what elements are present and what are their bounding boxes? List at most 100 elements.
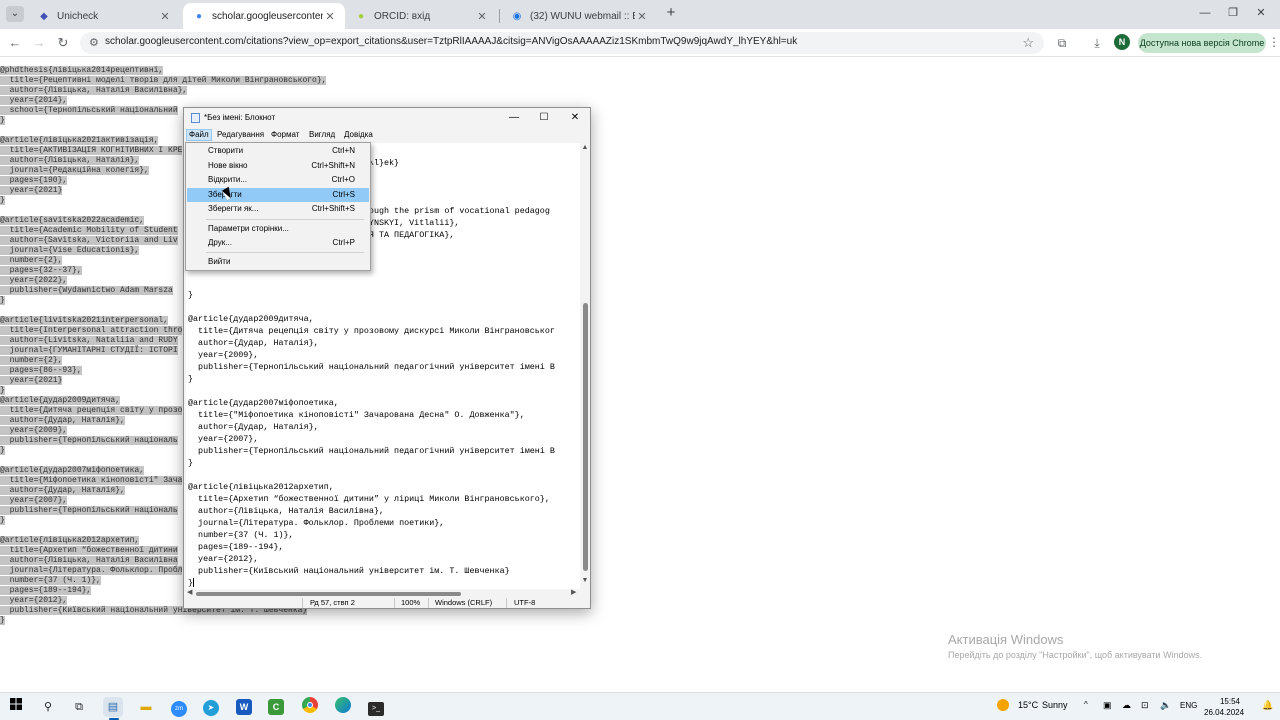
menu-view[interactable]: Вигляд <box>307 129 337 141</box>
bibtex-line: year={2014}, <box>0 96 600 106</box>
notepad-minimize-icon[interactable]: — <box>502 110 526 126</box>
taskbar-zoom-icon[interactable]: zm <box>169 697 189 717</box>
tray-app-icon[interactable]: ▣ <box>1103 700 1112 711</box>
selected-text: title={АКТИВІЗАЦІЯ КОГНІТИВНИХ І КРЕ <box>0 146 183 155</box>
notepad-text-line: @article{дудар2009дитяча, <box>188 314 314 324</box>
scroll-left-icon[interactable]: ◀ <box>187 588 192 596</box>
bookmark-star-icon[interactable]: ☆ <box>1022 35 1034 51</box>
extensions-icon[interactable]: ⧉ <box>1054 35 1070 51</box>
line-text: year={2012}, <box>188 554 259 564</box>
taskbar-edge-icon[interactable] <box>333 697 353 717</box>
selected-text: school={Тернопільський національний <box>0 106 178 115</box>
notepad-text-line: } <box>188 374 193 384</box>
bibtex-line: author={Лівіцька, Наталія Василівна}, <box>0 86 600 96</box>
taskbar-cmd-icon[interactable]: >_ <box>366 697 386 717</box>
menu-item-exit[interactable]: Вийти <box>187 255 369 269</box>
notepad-maximize-icon[interactable]: ☐ <box>532 110 556 126</box>
menu-item-save-as[interactable]: Зберегти як... Ctrl+Shift+S <box>187 202 369 216</box>
selected-text: title={Архетип “божественної дитини <box>0 546 178 555</box>
reload-icon[interactable]: ↻ <box>54 34 72 52</box>
vertical-scrollbar[interactable]: ▲ ▼ <box>580 143 590 589</box>
close-window-icon[interactable]: ✕ <box>1250 5 1272 21</box>
selected-text: title={Academic Mobility of Student <box>0 226 178 235</box>
menu-edit[interactable]: Редагування <box>215 129 266 141</box>
selected-text: title={Interpersonal attraction thro <box>0 326 183 335</box>
tab-orcid[interactable]: ● ORCID: вхід ✕ <box>345 3 497 29</box>
close-tab-icon[interactable]: ✕ <box>635 10 649 23</box>
selected-text: author={Savitska, Victoriia and Liv <box>0 236 178 245</box>
notifications-icon[interactable]: 🔔 <box>1262 700 1273 711</box>
scroll-up-icon[interactable]: ▲ <box>580 144 590 151</box>
windows-activation-watermark: Активація Windows Перейдіть до розділу "… <box>948 632 1202 660</box>
taskbar-chrome-icon[interactable] <box>300 697 320 717</box>
browser-menu-icon[interactable]: ⋮ <box>1268 35 1280 49</box>
menu-item-page-setup[interactable]: Параметри сторінки... <box>187 222 369 236</box>
selected-text: title={Міфопоетика кіноповісті" Зача <box>0 476 183 485</box>
tray-clock[interactable]: 15:54 26.04.2024 <box>1204 696 1244 718</box>
input-language[interactable]: ENG <box>1180 701 1197 710</box>
bibtex-line: } <box>0 616 600 626</box>
tab-search-icon[interactable]: ⌄ <box>6 6 24 22</box>
task-view-icon[interactable]: ⧉ <box>69 697 89 717</box>
tab-unicheck[interactable]: ◆ Unicheck ✕ <box>28 3 180 29</box>
selected-text: author={Лівіцька, Наталія}, <box>0 156 140 165</box>
taskbar-notepad-icon[interactable]: ▤ <box>103 697 123 717</box>
tab-scholar[interactable]: ● scholar.googleusercontent.com ✕ <box>183 3 345 29</box>
close-tab-icon[interactable]: ✕ <box>158 10 172 23</box>
menu-item-print[interactable]: Друк... Ctrl+P <box>187 236 369 250</box>
close-tab-icon[interactable]: ✕ <box>475 10 489 23</box>
profile-avatar[interactable]: N <box>1114 34 1130 50</box>
menu-format[interactable]: Формат <box>269 129 301 141</box>
forward-icon[interactable]: → <box>30 34 48 52</box>
taskbar-word-icon[interactable]: W <box>234 697 254 717</box>
line-text: number={37 (Ч. 1)}, <box>188 530 294 540</box>
notepad-close-icon[interactable]: ✕ <box>563 110 587 126</box>
scroll-down-icon[interactable]: ▼ <box>580 577 590 584</box>
address-bar[interactable]: ⚙ scholar.googleusercontent.com/citation… <box>80 32 1044 54</box>
scroll-right-icon[interactable]: ▶ <box>571 588 576 596</box>
notepad-text-line: author={Дудар, Наталія}, <box>188 338 319 348</box>
tray-overflow-icon[interactable]: ^ <box>1084 700 1088 709</box>
site-info-icon[interactable]: ⚙ <box>89 36 99 49</box>
tray-cloud-icon[interactable]: ☁ <box>1122 700 1131 711</box>
webmail-icon: ◉ <box>512 10 522 22</box>
new-tab-button[interactable]: + <box>664 5 678 21</box>
search-icon[interactable]: ⚲ <box>38 697 58 717</box>
vertical-scroll-thumb[interactable] <box>583 303 588 571</box>
notepad-text-line: title={Архетип “божественної дитини” у л… <box>188 494 550 504</box>
close-tab-icon[interactable]: ✕ <box>323 10 337 23</box>
back-icon[interactable]: ← <box>6 34 24 52</box>
clock-time: 15:54 <box>1219 697 1240 706</box>
notepad-text-line: publisher={Тернопільський національний п… <box>188 446 555 456</box>
terminal-icon: >_ <box>368 702 384 716</box>
tab-webmail[interactable]: ◉ (32) WUNU webmail :: Вхідні ✕ <box>501 3 657 29</box>
tray-network-icon[interactable]: ⊡ <box>1141 700 1149 711</box>
menu-item-save[interactable]: Зберегти Ctrl+S <box>187 188 369 202</box>
notepad-text-line: year={2009}, <box>188 350 258 360</box>
activation-subtitle: Перейдіть до розділу "Настройки", щоб ак… <box>948 650 1203 660</box>
start-button[interactable] <box>6 697 26 717</box>
menu-help[interactable]: Довідка <box>342 129 375 141</box>
line-text: } <box>188 458 194 468</box>
selected-text: } <box>0 116 5 125</box>
taskbar-file-explorer-icon[interactable]: ▬ <box>136 697 156 717</box>
minimize-icon[interactable]: — <box>1194 5 1216 21</box>
menu-item-new[interactable]: Створити Ctrl+N <box>187 144 369 158</box>
menu-item-new-window[interactable]: Нове вікно Ctrl+Shift+N <box>187 159 369 173</box>
horizontal-scroll-thumb[interactable] <box>196 592 461 596</box>
chrome-update-button[interactable]: Доступна нова версія Chrome <box>1138 33 1266 53</box>
selected-text: publisher={Wydawnictwo Adam Marsza <box>0 286 173 295</box>
download-icon[interactable]: ⤓ <box>1089 35 1105 51</box>
activation-title: Активація Windows <box>948 632 1064 647</box>
weather-text[interactable]: Sunny <box>1042 700 1068 710</box>
status-divider <box>394 598 395 608</box>
tray-volume-icon[interactable]: 🔈 <box>1160 700 1171 711</box>
menu-file[interactable]: Файл <box>186 129 212 141</box>
selected-text: pages={189--194}, <box>0 586 92 595</box>
line-text: journal={Література. Фольклор. Проблеми … <box>188 518 445 528</box>
menu-item-open[interactable]: Відкрити... Ctrl+O <box>187 173 369 187</box>
restore-icon[interactable]: ❐ <box>1222 5 1244 21</box>
taskbar-camtasia-icon[interactable]: C <box>266 697 286 717</box>
taskbar-telegram-icon[interactable]: ➤ <box>201 697 221 717</box>
weather-temperature[interactable]: 15°C <box>1018 700 1038 710</box>
